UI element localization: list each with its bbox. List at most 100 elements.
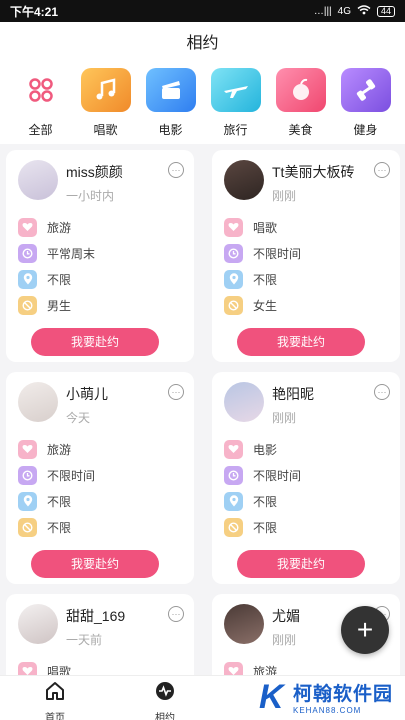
- heart-icon: [18, 661, 37, 675]
- heart-icon: [18, 217, 37, 237]
- status-time: 下午4:21: [10, 4, 59, 19]
- clock-icon: [18, 465, 37, 485]
- activity-text: 唱歌: [47, 664, 72, 676]
- network-label: 4G: [337, 5, 351, 17]
- user-name: miss颜颜: [66, 164, 123, 180]
- category-label: 电影: [158, 123, 183, 137]
- more-icon[interactable]: ···: [168, 162, 184, 178]
- join-button[interactable]: 我要赴约: [31, 328, 159, 356]
- k-logo-icon: K: [258, 678, 284, 716]
- clock-icon: [224, 465, 243, 485]
- gender-icon: [18, 517, 37, 537]
- heart-icon: [224, 439, 243, 459]
- post-time: 一天前: [66, 633, 103, 647]
- location-icon: [18, 269, 37, 289]
- category-fitness[interactable]: 健身: [333, 68, 398, 144]
- create-invitation-button[interactable]: +: [341, 606, 389, 654]
- activity-text: 唱歌: [253, 220, 278, 235]
- user-name: 小萌儿: [66, 386, 108, 402]
- post-time: 刚刚: [272, 633, 297, 647]
- join-button[interactable]: 我要赴约: [237, 550, 365, 578]
- gender-icon: [18, 295, 37, 315]
- signal-icon: …|||: [313, 5, 332, 17]
- gender-text: 女生: [253, 298, 278, 313]
- more-icon[interactable]: ···: [168, 606, 184, 622]
- activity-text: 电影: [253, 442, 278, 457]
- category-label: 旅行: [223, 123, 248, 137]
- join-button[interactable]: 我要赴约: [31, 550, 159, 578]
- invitation-card: 艳阳昵 刚刚 ··· 电影 不限时间 不限 不限 我要赴约: [212, 372, 400, 584]
- fruit-icon: [275, 68, 326, 112]
- grid-icon: [15, 68, 66, 112]
- invitation-card: 小萌儿 今天 ··· 旅游 不限时间 不限 不限 我要赴约: [6, 372, 194, 584]
- more-icon[interactable]: ···: [374, 162, 390, 178]
- invitation-card: miss颜颜 一小时内 ··· 旅游 平常周末 不限 男生 我要赴约: [6, 150, 194, 362]
- dumbbell-icon: [340, 68, 391, 112]
- user-name: 尤媚: [272, 608, 300, 624]
- user-name: Tt美丽大板砖: [272, 164, 355, 180]
- gender-icon: [224, 517, 243, 537]
- page-header: 相约: [0, 22, 405, 60]
- category-sing[interactable]: 唱歌: [73, 68, 138, 144]
- location-icon: [18, 491, 37, 511]
- post-time: 一小时内: [66, 189, 115, 203]
- invitation-card: 甜甜_169 一天前 ··· 唱歌: [6, 594, 194, 675]
- category-movie[interactable]: 电影: [138, 68, 203, 144]
- time-text: 不限时间: [253, 246, 302, 261]
- invitation-feed[interactable]: miss颜颜 一小时内 ··· 旅游 平常周末 不限 男生 我要赴约 Tt美丽大…: [0, 144, 405, 675]
- activity-text: 旅游: [253, 664, 278, 676]
- activity-text: 旅游: [47, 442, 72, 457]
- time-text: 不限时间: [47, 468, 96, 483]
- location-text: 不限: [253, 494, 278, 509]
- location-icon: [224, 491, 243, 511]
- tab-label: 首页: [45, 713, 65, 720]
- location-text: 不限: [47, 494, 72, 509]
- clapperboard-icon: [145, 68, 196, 112]
- home-icon: [44, 681, 66, 706]
- join-button[interactable]: 我要赴约: [237, 328, 365, 356]
- user-name: 艳阳昵: [272, 386, 314, 402]
- avatar[interactable]: [18, 382, 58, 422]
- avatar[interactable]: [224, 160, 264, 200]
- location-text: 不限: [253, 272, 278, 287]
- status-bar: 下午4:21 …||| 4G 44: [0, 0, 405, 22]
- category-bar: 全部 唱歌 电影 旅行 美食 健身: [0, 60, 405, 144]
- time-text: 平常周末: [47, 246, 96, 261]
- clock-icon: [224, 243, 243, 263]
- pulse-icon: [155, 681, 175, 706]
- tab-meetup[interactable]: 相约: [110, 676, 220, 720]
- user-name: 甜甜_169: [66, 608, 126, 624]
- more-icon[interactable]: ···: [168, 384, 184, 400]
- page-title: 相约: [186, 35, 219, 52]
- gender-text: 男生: [47, 298, 72, 313]
- category-label: 唱歌: [93, 123, 118, 137]
- tab-label: 相约: [155, 713, 175, 720]
- category-label: 美食: [288, 123, 313, 137]
- watermark-logo: K 柯翰软件园 KEHAN88.COM: [259, 676, 393, 718]
- category-all[interactable]: 全部: [8, 68, 73, 144]
- category-label: 全部: [28, 123, 53, 137]
- music-icon: [80, 68, 131, 112]
- avatar[interactable]: [18, 604, 58, 644]
- gender-text: 不限: [47, 520, 72, 535]
- heart-icon: [18, 439, 37, 459]
- avatar[interactable]: [224, 382, 264, 422]
- post-time: 今天: [66, 411, 91, 425]
- battery-icon: 44: [376, 5, 395, 17]
- category-travel[interactable]: 旅行: [203, 68, 268, 144]
- clock-icon: [18, 243, 37, 263]
- heart-icon: [224, 661, 243, 675]
- gender-icon: [224, 295, 243, 315]
- activity-text: 旅游: [47, 220, 72, 235]
- more-icon[interactable]: ···: [374, 384, 390, 400]
- airplane-icon: [210, 68, 261, 112]
- time-text: 不限时间: [253, 468, 302, 483]
- avatar[interactable]: [224, 604, 264, 644]
- gender-text: 不限: [253, 520, 278, 535]
- post-time: 刚刚: [272, 189, 297, 203]
- tab-home[interactable]: 首页: [0, 676, 110, 720]
- heart-icon: [224, 217, 243, 237]
- avatar[interactable]: [18, 160, 58, 200]
- invitation-card: Tt美丽大板砖 刚刚 ··· 唱歌 不限时间 不限 女生 我要赴约: [212, 150, 400, 362]
- category-food[interactable]: 美食: [268, 68, 333, 144]
